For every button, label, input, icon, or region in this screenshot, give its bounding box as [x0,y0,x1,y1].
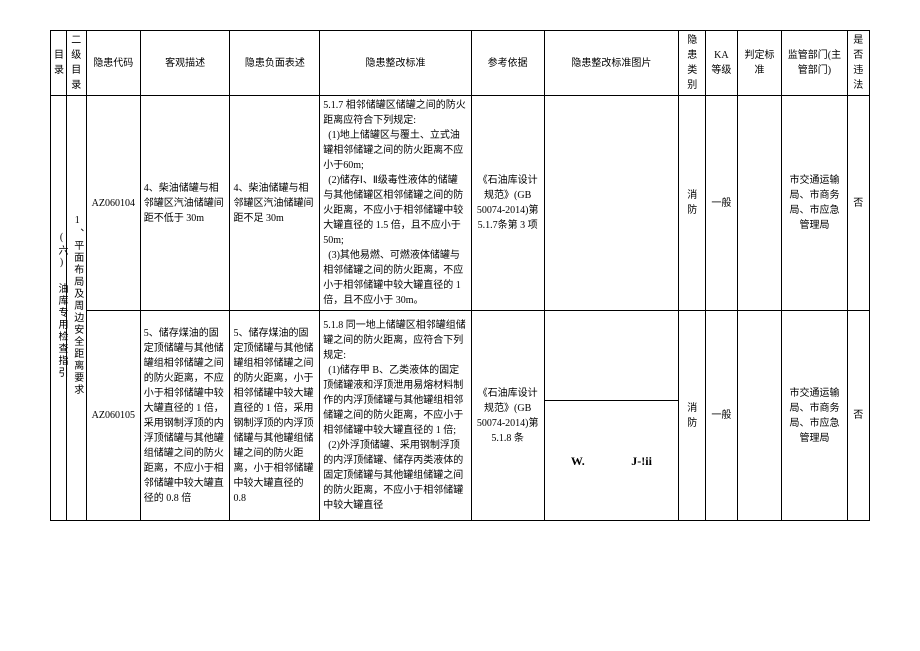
judge-cell [737,311,782,521]
header-is-illegal: 是否违法 [847,31,870,96]
header-negative-desc: 隐患负面表述 [230,31,320,96]
image-cell-upper [544,311,679,401]
header-ka-level: KA等级 [706,31,737,96]
negative-cell: 4、柴油储罐与相邻罐区汽油储罐间距不足 30m [230,96,320,311]
reference-cell: 《石油库设计规范》(GB 50074-2014)第5.1.8 条 [471,311,544,521]
dept-cell: 市交通运输局、市商务局、市应急管理局 [782,311,847,521]
header-hazard-code: 隐患代码 [86,31,140,96]
code-cell: AZ060104 [86,96,140,311]
dept-cell: 市交通运输局、市商务局、市应急管理局 [782,96,847,311]
inspection-table: 目录 二级目录 隐患代码 客观描述 隐患负面表述 隐患整改标准 参考依据 隐患整… [50,30,870,521]
reference-cell: 《石油库设计规范》(GB 50074-2014)第5.1.7条第 3 项 [471,96,544,311]
header-row: 目录 二级目录 隐患代码 客观描述 隐患负面表述 隐患整改标准 参考依据 隐患整… [51,31,870,96]
standard-cell: 5.1.7 相邻储罐区储罐之间的防火距离应符合下列规定: (1)地上储罐区与覆土… [320,96,471,311]
negative-cell: 5、储存煤油的固定顶储罐与其他储罐组相邻储罐之间的防火距离，小于相邻储罐中较大罐… [230,311,320,521]
standard-cell: 5.1.8 同一地上储罐区相邻罐组储罐之间的防火距离，应符合下列规定: (1)储… [320,311,471,521]
header-reference: 参考依据 [471,31,544,96]
header-rectify-standard: 隐患整改标准 [320,31,471,96]
illegal-cell: 否 [847,96,870,311]
header-judge-standard: 判定标准 [737,31,782,96]
image-mark-j: J-!ii [631,452,652,470]
objective-cell: 5、储存煤油的固定顶储罐与其他储罐组相邻储罐之间的防火距离，不应小于相邻储罐中较… [140,311,230,521]
code-cell: AZ060105 [86,311,140,521]
image-mark-w: W. [571,452,585,470]
header-rectify-image: 隐患整改标准图片 [544,31,679,96]
judge-cell [737,96,782,311]
image-cell [544,96,679,311]
illegal-cell: 否 [847,311,870,521]
header-supervise-dept: 监管部门(主管部门) [782,31,847,96]
table-row: (六) 油库专用检查指引 1、平面布局及周边安全距离要求 AZ060104 4、… [51,96,870,311]
ka-cell: 一般 [706,96,737,311]
ka-cell: 一般 [706,311,737,521]
category-cell: 消防 [679,311,706,521]
header-objective-desc: 客观描述 [140,31,230,96]
table-row: AZ060105 5、储存煤油的固定顶储罐与其他储罐组相邻储罐之间的防火距离，不… [51,311,870,401]
header-hazard-category: 隐患类别 [679,31,706,96]
category-cell: 消防 [679,96,706,311]
objective-cell: 4、柴油储罐与相邻罐区汽油储罐间距不低于 30m [140,96,230,311]
sub-catalog-cell: 1、平面布局及周边安全距离要求 [66,96,86,521]
catalog-cell: (六) 油库专用检查指引 [51,96,67,521]
header-catalog: 目录 [51,31,67,96]
header-sub-catalog: 二级目录 [66,31,86,96]
image-cell-lower: W. J-!ii [544,401,679,521]
